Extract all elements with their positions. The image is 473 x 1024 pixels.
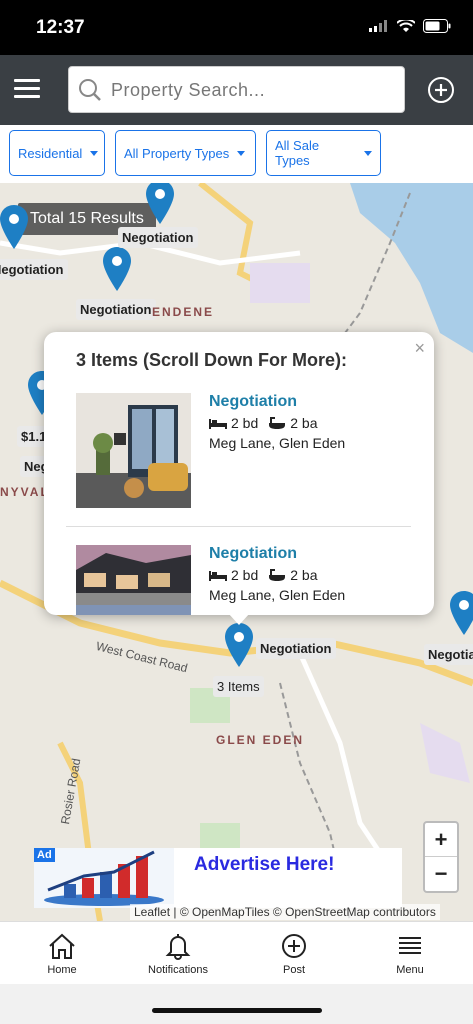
caret-down-icon — [237, 150, 246, 156]
status-time: 12:37 — [36, 17, 85, 38]
search-icon — [79, 79, 101, 101]
bath-icon — [269, 417, 286, 429]
map-marker-label[interactable]: Negotiation — [256, 638, 336, 659]
zoom-out-button[interactable]: − — [425, 857, 457, 891]
tab-home-label: Home — [47, 964, 77, 976]
caret-down-icon — [90, 150, 99, 156]
zoom-control: + − — [423, 821, 459, 893]
bed-count: 2 bd — [231, 415, 259, 431]
home-icon — [49, 933, 75, 959]
residential-filter[interactable]: Residential — [9, 130, 105, 176]
tab-post[interactable]: Post — [254, 932, 334, 976]
listing-meta: 2 bd 2 ba — [209, 415, 318, 431]
property-type-filter[interactable]: All Property Types — [115, 130, 256, 176]
plus-circle-icon — [282, 934, 306, 958]
wifi-icon — [397, 19, 415, 32]
residential-filter-label: Residential — [18, 145, 83, 161]
app-header: Property Search... — [0, 55, 473, 125]
cluster-label[interactable]: 3 Items — [213, 676, 264, 697]
map-marker-label[interactable]: Negotiation — [76, 299, 156, 320]
listing-address: Meg Lane, Glen Eden — [209, 435, 346, 451]
tab-home[interactable]: Home — [22, 932, 102, 976]
caret-down-icon — [364, 150, 372, 156]
battery-icon — [423, 19, 451, 33]
tab-post-label: Post — [282, 964, 305, 976]
map-pin-icon[interactable] — [0, 205, 28, 249]
exterior-photo — [76, 545, 191, 615]
home-indicator[interactable] — [152, 1008, 322, 1013]
property-search-input[interactable]: Property Search... — [68, 66, 405, 113]
bottom-tab-bar: Home Notifications Post Menu — [0, 921, 473, 984]
bath-count: 2 ba — [290, 415, 318, 431]
zoom-in-button[interactable]: + — [425, 823, 457, 857]
bottom-safe-area — [0, 984, 473, 1024]
bed-count: 2 bd — [231, 567, 259, 583]
listing-status[interactable]: Negotiation — [209, 545, 297, 563]
map-pin-icon[interactable] — [225, 623, 253, 667]
ad-tag: Ad — [34, 848, 55, 862]
map-pin-icon[interactable] — [103, 247, 131, 291]
bath-count: 2 ba — [290, 567, 318, 583]
ad-chart-image — [34, 848, 174, 908]
place-name: ENDENE — [152, 305, 215, 319]
popup-tip — [228, 613, 250, 625]
listing-photo[interactable] — [76, 393, 191, 508]
hamburger-menu-icon[interactable] — [14, 79, 40, 101]
close-icon[interactable]: × — [414, 338, 425, 359]
status-bar: 12:37 — [0, 0, 473, 55]
place-name: NYVAL — [0, 485, 50, 499]
place-name: GLEN EDEN — [216, 733, 305, 747]
bath-icon — [269, 569, 286, 581]
divider — [66, 526, 411, 527]
status-icons — [369, 19, 451, 33]
listing-address: Meg Lane, Glen Eden — [209, 587, 346, 603]
map-marker-label[interactable]: Negotiation — [118, 227, 198, 248]
menu-icon — [399, 937, 421, 954]
sale-type-filter[interactable]: All Sale Types — [266, 130, 381, 176]
bell-icon — [165, 934, 191, 960]
bed-icon — [209, 419, 227, 429]
add-circle-icon[interactable] — [427, 76, 455, 104]
popup-title: 3 Items (Scroll Down For More): — [76, 350, 348, 370]
bed-icon — [209, 571, 227, 581]
map-marker-label[interactable]: Negotiation — [0, 259, 68, 280]
map-view[interactable]: Total 15 Results Negotiation Negotiation… — [0, 183, 473, 921]
filter-bar: Residential All Property Types All Sale … — [0, 125, 473, 183]
ad-banner[interactable]: Ad Advertise Here! — [34, 848, 402, 908]
listing-item[interactable]: Negotiation 2 bd 2 ba Meg Lane, Glen Ede… — [76, 545, 416, 615]
map-attribution[interactable]: Leaflet | © OpenMapTiles © OpenStreetMap… — [130, 904, 440, 920]
listing-item[interactable]: Negotiation 2 bd 2 ba Meg Lane, Glen Ede… — [76, 393, 416, 513]
map-marker-label[interactable]: Negotiation — [424, 644, 473, 665]
tab-menu[interactable]: Menu — [370, 932, 450, 976]
listing-photo[interactable] — [76, 545, 191, 615]
property-type-filter-label: All Property Types — [124, 145, 230, 161]
tab-menu-label: Menu — [396, 964, 424, 976]
listing-meta: 2 bd 2 ba — [209, 567, 318, 583]
search-placeholder: Property Search... — [111, 80, 266, 100]
map-pin-icon[interactable] — [146, 183, 174, 224]
tab-notifications[interactable]: Notifications — [138, 932, 218, 976]
tab-notifications-label: Notifications — [148, 964, 208, 976]
interior-photo — [76, 393, 191, 508]
signal-icon — [369, 20, 387, 32]
listing-popup[interactable]: × 3 Items (Scroll Down For More): Negoti… — [44, 332, 434, 615]
ad-text[interactable]: Advertise Here! — [194, 854, 334, 876]
listing-status[interactable]: Negotiation — [209, 393, 297, 411]
sale-type-filter-label: All Sale Types — [275, 138, 320, 168]
map-pin-icon[interactable] — [450, 591, 473, 635]
